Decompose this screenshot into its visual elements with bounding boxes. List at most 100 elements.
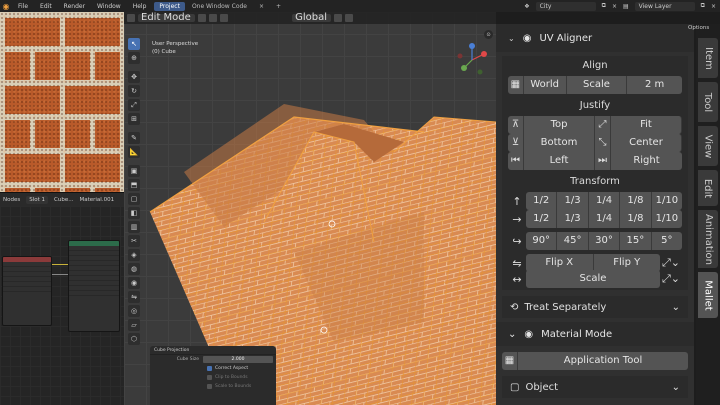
mode-selector[interactable]: Edit Mode (138, 13, 195, 23)
view-layer-selector[interactable]: View Layer (634, 1, 695, 11)
editor-type-icon[interactable] (127, 14, 135, 22)
fit-icon[interactable]: ⤢ (595, 116, 611, 134)
image-editor-texture[interactable] (0, 12, 124, 192)
treat-separately-dropdown[interactable]: ⟲ Treat Separately ⌄ (502, 296, 688, 318)
transform-scale-button[interactable]: Scale (526, 270, 660, 288)
expand-arrows-icon[interactable]: ⤢⌄ (660, 256, 682, 270)
fraction-button[interactable]: 1/4 (588, 210, 621, 228)
fraction-button[interactable]: 1/2 (526, 192, 558, 210)
menu-edit[interactable]: Edit (34, 3, 58, 10)
proportional-edit-icon[interactable] (345, 14, 353, 22)
center-button[interactable]: Center (611, 134, 682, 152)
scale-tool-icon[interactable]: ⤢ (128, 99, 140, 111)
rotate-angle-button[interactable]: 90° (526, 232, 558, 250)
scene-copy-icon[interactable]: ⧉ (602, 2, 606, 10)
options-menu[interactable]: Options (688, 25, 709, 31)
menu-help[interactable]: Help (127, 3, 153, 10)
application-tool-button[interactable]: Application Tool (518, 352, 688, 370)
center-icon[interactable]: ⤡ (595, 134, 611, 152)
fraction-button[interactable]: 1/8 (620, 192, 652, 210)
shrink-fatten-tool-icon[interactable]: ◎ (128, 305, 140, 317)
navigation-gizmo[interactable] (452, 40, 492, 80)
menu-render[interactable]: Render (58, 3, 91, 10)
scene-selector[interactable]: City (535, 1, 596, 11)
transform-tool-icon[interactable]: ⊞ (128, 113, 140, 125)
workspace-close-icon[interactable]: × (254, 2, 269, 11)
right-button[interactable]: Right (611, 152, 682, 170)
cube-size-field[interactable]: 2.000 (203, 356, 273, 363)
align-bottom-icon[interactable]: ⊻ (508, 134, 524, 152)
clip-to-bounds-checkbox[interactable]: Clip to Bounds (207, 375, 248, 380)
scale-to-bounds-checkbox[interactable]: Scale to Bounds (207, 384, 251, 389)
object-breadcrumb[interactable]: Cube... (54, 197, 73, 203)
menu-window[interactable]: Window (91, 3, 127, 10)
node-editor-canvas[interactable] (0, 206, 124, 405)
extrude-tool-icon[interactable]: ⬒ (128, 179, 140, 191)
diagonal-arrows-icon[interactable]: ⤢⌄ (660, 272, 682, 286)
align-right-icon[interactable]: ⏭ (595, 152, 611, 170)
edge-select-icon[interactable] (208, 14, 217, 22)
knife-tool-icon[interactable]: ✂ (128, 235, 140, 247)
tab-edit[interactable]: Edit (698, 170, 718, 206)
loop-cut-tool-icon[interactable]: ▥ (128, 221, 140, 233)
inset-tool-icon[interactable]: ▢ (128, 193, 140, 205)
snap-icon[interactable] (334, 14, 342, 22)
material-slot-selector[interactable]: Slot 1 (26, 195, 49, 204)
select-tool-icon[interactable]: ↖ (128, 38, 140, 50)
tab-view[interactable]: View (698, 126, 718, 166)
align-top-icon[interactable]: ⊼ (508, 116, 524, 134)
view-layer-copy-icon[interactable]: ⧉ (701, 2, 705, 10)
view-layer-close-icon[interactable]: × (711, 3, 716, 10)
tab-tool[interactable]: Tool (698, 82, 718, 122)
principled-bsdf-node[interactable] (68, 240, 120, 332)
scene-icon[interactable]: ❖ (524, 3, 529, 10)
fraction-button[interactable]: 1/10 (651, 210, 683, 228)
smooth-tool-icon[interactable]: ◉ (128, 277, 140, 289)
move-tool-icon[interactable]: ✥ (128, 71, 140, 83)
object-dropdown[interactable]: ▢ Object ⌄ (502, 376, 688, 398)
node-editor-type[interactable]: Nodes (3, 197, 20, 203)
cursor-tool-icon[interactable]: ⊕ (128, 52, 140, 64)
tab-animation[interactable]: Animation (698, 210, 718, 268)
fit-button[interactable]: Fit (611, 116, 682, 134)
rotate-angle-button[interactable]: 15° (620, 232, 652, 250)
rotate-tool-icon[interactable]: ↻ (128, 85, 140, 97)
view-layer-icon[interactable]: ▤ (623, 3, 629, 10)
fraction-button[interactable]: 1/10 (651, 192, 683, 210)
world-button[interactable]: World (523, 76, 567, 94)
annotate-tool-icon[interactable]: ✎ (128, 132, 140, 144)
measure-tool-icon[interactable]: 📐 (128, 146, 140, 158)
operator-panel-title[interactable]: Cube Projection (150, 346, 276, 355)
workspace-tab-project[interactable]: Project (154, 1, 185, 11)
workspace-tab-one-window-code[interactable]: One Window Code (187, 2, 252, 11)
correct-aspect-checkbox[interactable]: Correct Aspect (207, 366, 248, 371)
material-breadcrumb[interactable]: Material.001 (79, 197, 114, 203)
overlay-toggle-icon[interactable]: ⊙ (484, 30, 493, 39)
tab-item[interactable]: Item (698, 38, 718, 78)
scene-close-icon[interactable]: × (612, 3, 617, 10)
fraction-button[interactable]: 1/2 (526, 210, 558, 228)
checker-icon[interactable]: ▦ (502, 352, 518, 370)
face-select-icon[interactable] (219, 14, 228, 22)
bottom-button[interactable]: Bottom (524, 134, 595, 152)
vertex-select-icon[interactable] (197, 14, 206, 22)
rip-tool-icon[interactable]: ⬡ (128, 333, 140, 345)
align-scale-button[interactable]: Scale (566, 76, 628, 94)
rotate-angle-button[interactable]: 5° (651, 232, 683, 250)
add-cube-tool-icon[interactable]: ▣ (128, 165, 140, 177)
checker-icon[interactable]: ▦ (508, 76, 524, 94)
orientation-selector[interactable]: Global (292, 13, 331, 23)
bevel-tool-icon[interactable]: ◧ (128, 207, 140, 219)
tab-mallet[interactable]: Mallet (698, 272, 718, 318)
image-texture-node[interactable] (2, 256, 52, 326)
fraction-button[interactable]: 1/3 (557, 210, 589, 228)
shear-tool-icon[interactable]: ▱ (128, 319, 140, 331)
edge-slide-tool-icon[interactable]: ⇋ (128, 291, 140, 303)
fraction-button[interactable]: 1/3 (557, 192, 589, 210)
poly-build-tool-icon[interactable]: ◈ (128, 249, 140, 261)
uv-aligner-header[interactable]: ⌄ ◉ UV Aligner (496, 24, 694, 52)
left-button[interactable]: Left (524, 152, 595, 170)
blender-logo-icon[interactable]: ◉ (0, 0, 12, 12)
rotate-angle-button[interactable]: 30° (588, 232, 621, 250)
scale-size-field[interactable]: 2 m (627, 76, 682, 94)
